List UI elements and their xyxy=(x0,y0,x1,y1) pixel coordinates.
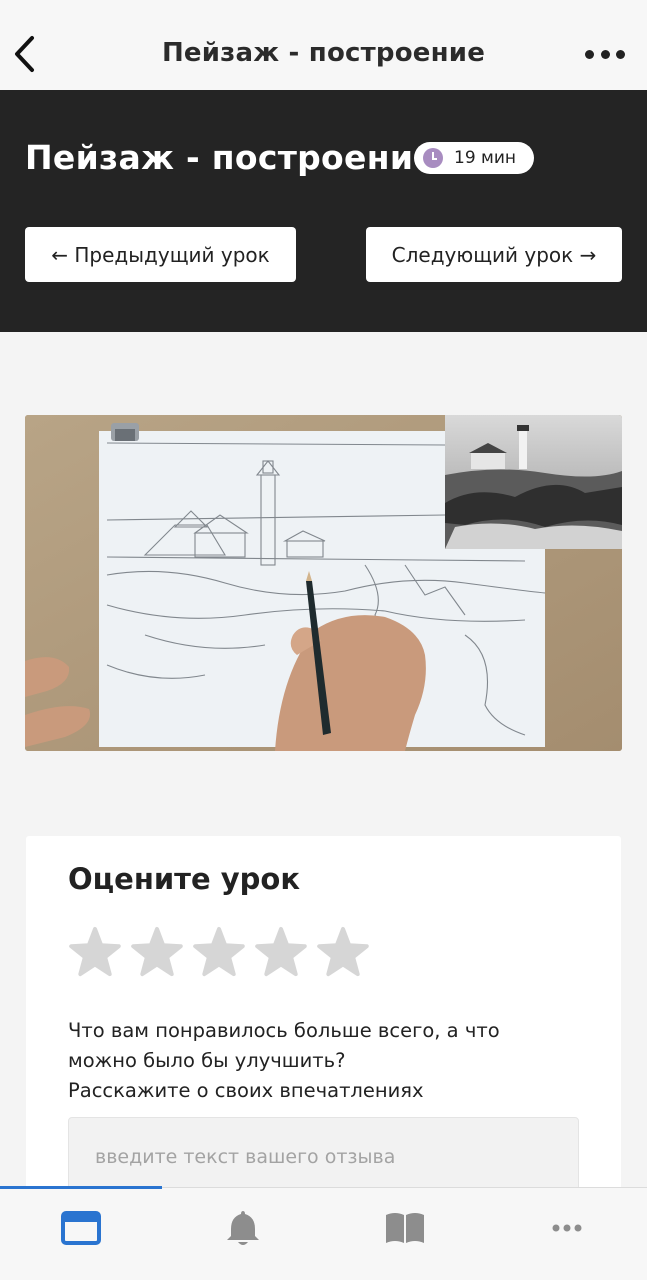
rating-title: Оцените урок xyxy=(68,862,301,896)
star-icon[interactable] xyxy=(68,926,122,980)
tab-notifications[interactable] xyxy=(162,1204,324,1252)
duration-badge: 19 мин xyxy=(414,142,535,174)
book-icon xyxy=(386,1213,424,1243)
lesson-video[interactable] xyxy=(25,415,622,751)
browser-window-icon xyxy=(61,1211,101,1245)
clock-icon xyxy=(423,148,443,168)
bell-icon xyxy=(227,1211,259,1245)
bottom-tab-bar xyxy=(0,1186,647,1280)
previous-lesson-button[interactable]: ← Предыдущий урок xyxy=(25,227,296,282)
top-navigation-bar: Пейзаж - построение xyxy=(0,0,647,90)
more-options-button[interactable] xyxy=(585,44,625,64)
next-lesson-button[interactable]: Следующий урок → xyxy=(366,227,622,282)
tab-lessons[interactable] xyxy=(0,1204,162,1252)
feedback-question: Что вам понравилось больше всего, а что … xyxy=(68,1016,568,1106)
star-rating xyxy=(68,926,378,980)
more-dots-icon xyxy=(552,1224,582,1232)
duration-text: 19 мин xyxy=(454,148,517,168)
tab-more[interactable] xyxy=(486,1204,647,1252)
lesson-title: Пейзаж - построение xyxy=(25,138,436,177)
star-icon[interactable] xyxy=(316,926,370,980)
more-dots-icon xyxy=(585,49,594,59)
active-tab-indicator xyxy=(0,1186,162,1189)
feedback-question-line: Что вам понравилось больше всего, а что xyxy=(68,1019,500,1042)
star-icon[interactable] xyxy=(254,926,308,980)
feedback-question-line: можно было бы улучшить? xyxy=(68,1049,346,1072)
page-title: Пейзаж - построение xyxy=(161,38,486,68)
feedback-question-line: Расскажите о своих впечатлениях xyxy=(68,1079,424,1102)
lesson-header: Пейзаж - построение 19 мин ← Предыдущий … xyxy=(0,90,647,332)
video-thumbnail xyxy=(25,415,622,751)
review-input[interactable] xyxy=(68,1117,579,1197)
rating-card: Оцените урок Что вам понравилось больше … xyxy=(26,836,621,1197)
star-icon[interactable] xyxy=(192,926,246,980)
star-icon[interactable] xyxy=(130,926,184,980)
tab-library[interactable] xyxy=(324,1204,486,1252)
